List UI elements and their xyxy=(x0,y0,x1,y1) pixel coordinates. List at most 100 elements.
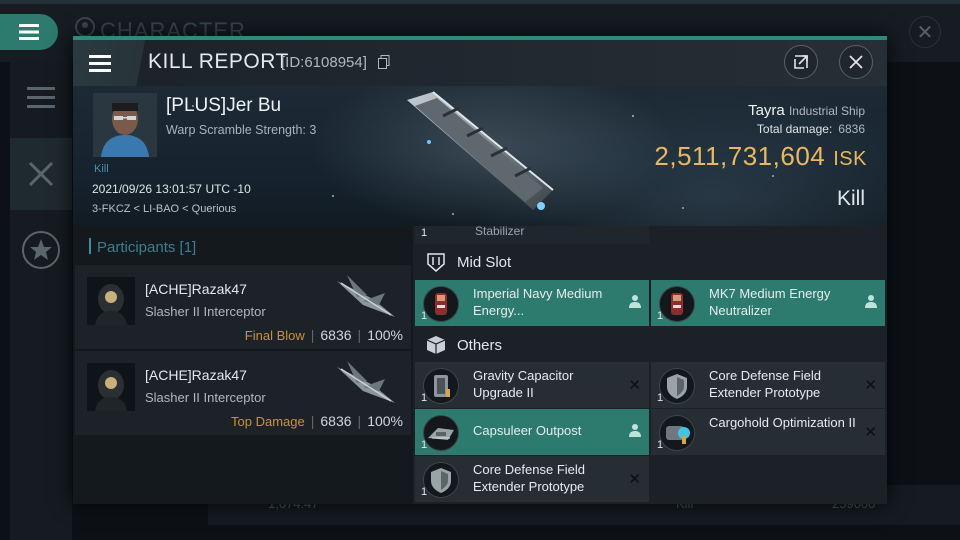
star-badge-icon xyxy=(22,231,60,269)
copy-icon[interactable] xyxy=(378,55,390,69)
item-name: Imperial Navy Medium Energy... xyxy=(473,286,603,318)
item-name: Gravity Capacitor Upgrade II xyxy=(473,368,574,400)
total-damage-value: 6836 xyxy=(838,122,865,136)
participant-stats: Top Damage | 6836 | 100% xyxy=(231,413,403,429)
final-blow-tag: Final Blow xyxy=(244,328,305,343)
item-name: MK7 Medium Energy Neutralizer xyxy=(709,286,831,318)
mid-slot-section-header: Mid Slot xyxy=(413,245,887,279)
participants-header: Participants [1] xyxy=(89,238,196,256)
total-damage-label: Total damage: xyxy=(756,122,833,136)
module-slot[interactable]: 1 Capsuleer Outpost xyxy=(415,409,649,455)
item-quantity: 1 xyxy=(421,227,428,239)
helmet-avatar xyxy=(87,277,135,325)
close-button[interactable] xyxy=(839,45,873,79)
participants-panel: Participants [1] [ACHE]Razak47 Slasher I… xyxy=(73,226,413,504)
module-slot[interactable]: 1 Core Defense Field Extender Prototype … xyxy=(651,362,885,408)
warp-scramble-strength: Warp Scramble Strength: 3 xyxy=(166,123,317,137)
kill-timestamp: 2021/09/26 13:01:57 UTC -10 xyxy=(92,182,251,196)
crossed-swords-icon xyxy=(28,161,54,187)
participant-row[interactable]: [ACHE]Razak47 Slasher II Interceptor Top… xyxy=(75,351,411,435)
module-slot[interactable]: 1 Core Defense Field Extender Prototype … xyxy=(415,456,649,502)
module-slot[interactable]: 1 MK7 Medium Energy Neutralizer xyxy=(651,280,885,326)
capacitor-upgrade-icon xyxy=(423,368,459,404)
background-close-icon[interactable]: ✕ xyxy=(909,16,941,48)
participant-avatar xyxy=(87,363,135,411)
victim-pilot-name[interactable]: [PLUS]Jer Bu xyxy=(166,95,281,117)
hamburger-icon xyxy=(19,24,39,40)
participants-count: [1] xyxy=(179,239,197,256)
participant-ship-image xyxy=(337,361,395,403)
pilot-avatar xyxy=(93,93,157,157)
list-icon xyxy=(27,87,55,108)
top-damage-tag: Top Damage xyxy=(231,414,305,429)
victim-banner: [PLUS]Jer Bu Warp Scramble Strength: 3 K… xyxy=(73,86,887,226)
total-damage: Total damage: 6836 xyxy=(757,122,865,136)
victim-ship[interactable]: Tayra Industrial Ship xyxy=(748,102,865,119)
module-slot[interactable]: 1 Gravity Capacitor Upgrade II ✕ xyxy=(415,362,649,408)
fitting-panel: 1 Stabilizer Mid Slot 1 Imperial Navy Me… xyxy=(413,224,887,504)
item-quantity: 1 xyxy=(421,392,428,404)
item-name: Capsuleer Outpost xyxy=(473,423,582,438)
kill-result: Kill xyxy=(836,187,865,210)
kill-type-label: Kill xyxy=(94,163,109,175)
victim-ship-image xyxy=(407,91,554,210)
item-quantity: 1 xyxy=(657,310,664,322)
sidebar-item-combat[interactable] xyxy=(10,138,72,210)
modal-title: KILL REPORT xyxy=(148,50,289,73)
background-top-line xyxy=(0,0,960,4)
external-link-icon xyxy=(794,55,808,69)
destroyed-icon: ✕ xyxy=(864,377,877,394)
energy-neutralizer-icon xyxy=(423,286,459,322)
isk-amount: 2,511,731,604 xyxy=(654,141,826,171)
shield-extender-icon xyxy=(659,368,695,404)
mid-slot-label: Mid Slot xyxy=(457,253,512,271)
helmet-avatar xyxy=(87,363,135,411)
item-quantity: 1 xyxy=(657,439,664,451)
participant-percent: 100% xyxy=(367,413,403,429)
kill-id: [ID:6108954] xyxy=(281,54,367,71)
fitted-person-icon xyxy=(629,294,641,311)
participant-damage: 6836 xyxy=(320,327,352,343)
participant-name: [ACHE]Razak47 xyxy=(145,281,247,297)
sidebar-item-menu[interactable] xyxy=(10,62,72,134)
module-slot[interactable]: 1 Imperial Navy Medium Energy... xyxy=(415,280,649,326)
module-slot[interactable]: 1 Cargohold Optimization II ✕ xyxy=(651,409,885,455)
sidebar-item-medals[interactable] xyxy=(10,214,72,286)
item-name: Core Defense Field Extender Prototype xyxy=(473,462,585,494)
participant-avatar xyxy=(87,277,135,325)
previous-slot-item[interactable]: 1 Stabilizer xyxy=(415,224,649,244)
modal-menu-button[interactable] xyxy=(73,40,145,86)
participant-row[interactable]: [ACHE]Razak47 Slasher II Interceptor Fin… xyxy=(75,265,411,349)
hamburger-icon xyxy=(89,54,111,72)
cargo-box-icon xyxy=(425,334,447,356)
victim-portrait[interactable] xyxy=(93,93,157,157)
participant-stats: Final Blow | 6836 | 100% xyxy=(244,327,403,343)
item-name: Core Defense Field Extender Prototype xyxy=(709,368,821,400)
isk-unit: ISK xyxy=(833,148,867,170)
destroyed-icon: ✕ xyxy=(628,377,641,394)
outpost-structure-icon xyxy=(423,415,459,451)
victim-ship-class: Industrial Ship xyxy=(788,104,865,118)
shield-extender-icon xyxy=(423,462,459,498)
isk-value: 2,511,731,604 ISK xyxy=(654,141,867,172)
share-button[interactable] xyxy=(784,45,818,79)
participant-name: [ACHE]Razak47 xyxy=(145,367,247,383)
others-section-header: Others xyxy=(413,328,887,362)
destroyed-icon: ✕ xyxy=(628,471,641,488)
participant-ship: Slasher II Interceptor xyxy=(145,304,266,319)
fitted-person-icon xyxy=(629,423,641,440)
item-quantity: 1 xyxy=(657,392,664,404)
mid-slot-icon xyxy=(425,251,447,273)
others-label: Others xyxy=(457,336,503,354)
item-quantity: 1 xyxy=(421,310,428,322)
participant-ship-image xyxy=(337,275,395,317)
item-quantity: 1 xyxy=(421,486,428,498)
item-name: Cargohold Optimization II xyxy=(709,415,856,430)
energy-neutralizer-icon xyxy=(659,286,695,322)
item-quantity: 1 xyxy=(421,439,428,451)
character-icon xyxy=(75,17,95,37)
participant-ship: Slasher II Interceptor xyxy=(145,390,266,405)
background-menu-button[interactable] xyxy=(0,14,58,50)
destroyed-icon: ✕ xyxy=(864,424,877,441)
kill-location[interactable]: 3-FKCZ < LI-BAO < Querious xyxy=(92,203,236,215)
